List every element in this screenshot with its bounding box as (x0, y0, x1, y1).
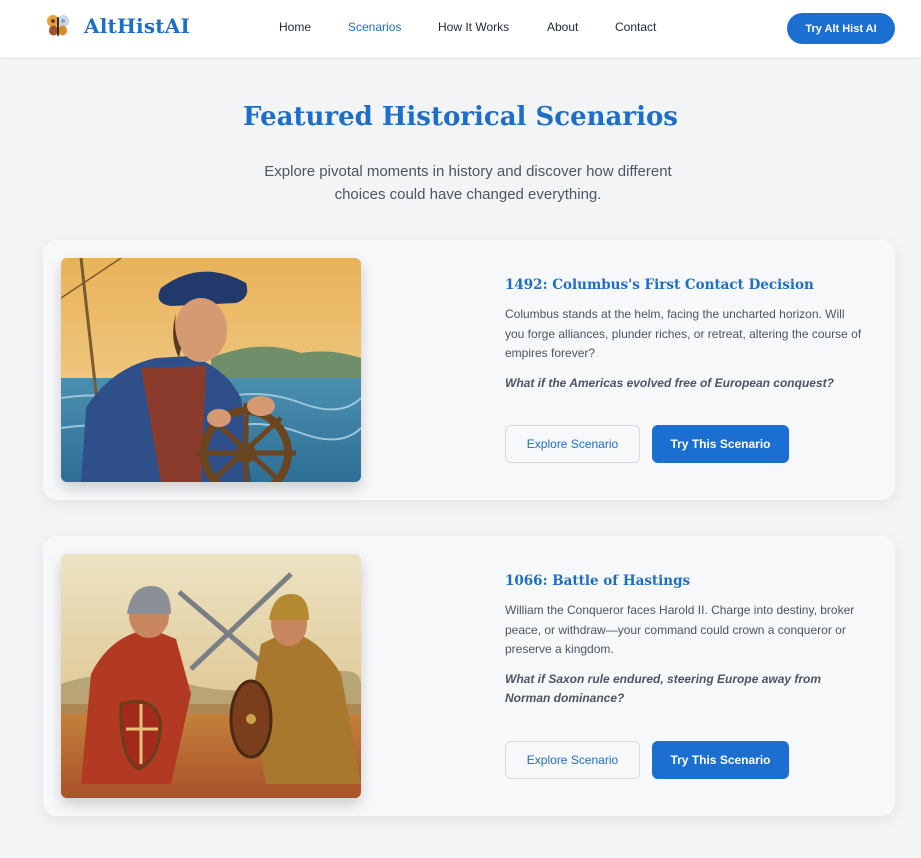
scenario-actions: Explore Scenario Try This Scenario (505, 425, 789, 463)
scenario-content: 1492: Columbus's First Contact Decision … (505, 277, 865, 393)
page-subtitle: Explore pivotal moments in history and d… (264, 163, 672, 203)
scenario-card: 1066: Battle of Hastings William the Con… (43, 536, 895, 816)
scenario-description: Columbus stands at the helm, facing the … (505, 307, 862, 360)
try-scenario-button[interactable]: Try This Scenario (652, 741, 789, 779)
explore-scenario-button[interactable]: Explore Scenario (505, 741, 640, 779)
scenario-card: 1492: Columbus's First Contact Decision … (43, 240, 895, 500)
scenario-actions: Explore Scenario Try This Scenario (505, 741, 789, 779)
scenario-title: 1492: Columbus's First Contact Decision (505, 277, 814, 293)
nav-about[interactable]: About (547, 20, 578, 34)
try-scenario-button[interactable]: Try This Scenario (652, 425, 789, 463)
try-alt-hist-ai-button[interactable]: Try Alt Hist AI (787, 13, 895, 44)
scenario-question: What if the Americas evolved free of Eur… (505, 375, 834, 390)
page-title: Featured Historical Scenarios (243, 102, 678, 132)
columbus-painting (61, 258, 361, 482)
scenario-description: William the Conqueror faces Harold II. C… (505, 603, 855, 656)
nav-contact[interactable]: Contact (615, 20, 656, 34)
nav-scenarios[interactable]: Scenarios (348, 20, 401, 34)
explore-scenario-button[interactable]: Explore Scenario (505, 425, 640, 463)
navbar: AltHistAI Home Scenarios How It Works Ab… (0, 0, 921, 57)
nav-home[interactable]: Home (279, 20, 311, 34)
main-nav: Home Scenarios How It Works About Contac… (0, 0, 921, 57)
scenario-content: 1066: Battle of Hastings William the Con… (505, 573, 865, 708)
scenario-question: What if Saxon rule endured, steering Eur… (505, 671, 822, 705)
hastings-painting (61, 554, 361, 798)
scenario-title: 1066: Battle of Hastings (505, 573, 691, 589)
nav-how-it-works[interactable]: How It Works (438, 20, 509, 34)
